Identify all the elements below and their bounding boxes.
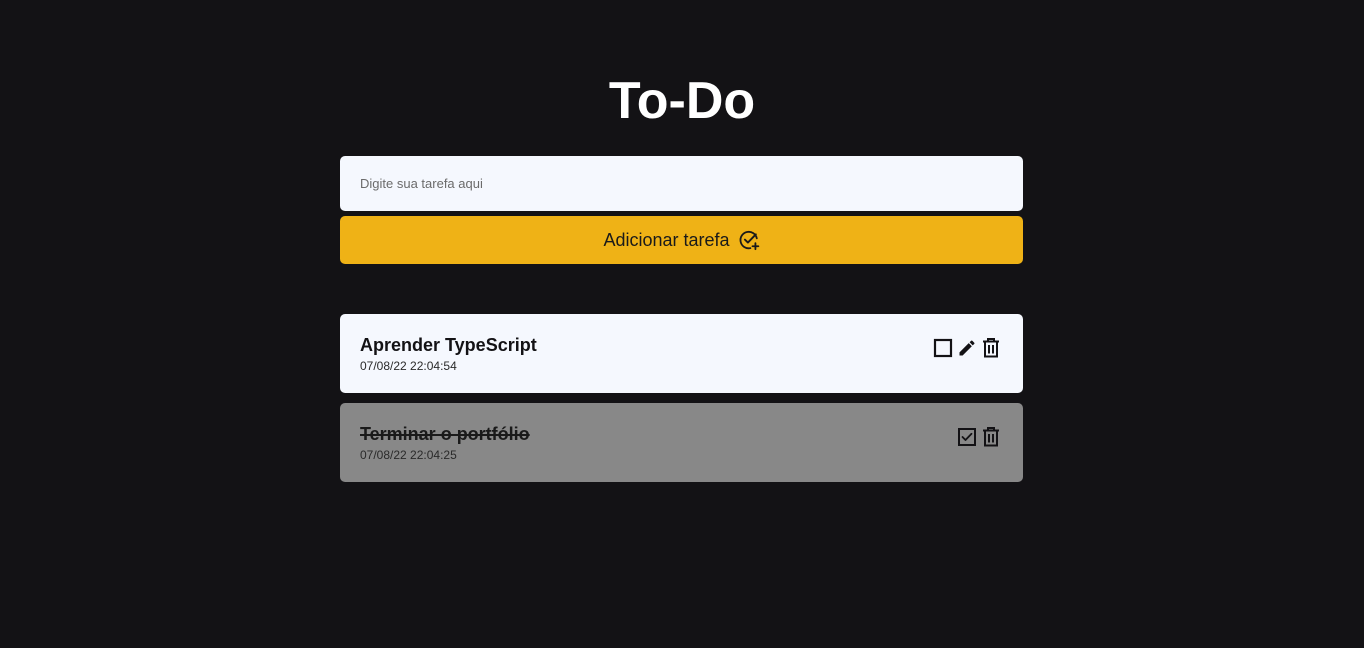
task-title: Aprender TypeScript [360,335,537,355]
trash-icon[interactable] [981,426,1001,448]
checkbox-unchecked-icon[interactable] [933,337,953,359]
add-task-button[interactable]: Adicionar tarefa [340,216,1023,264]
task-actions [933,337,1001,359]
task-item: Aprender TypeScript 07/08/22 22:04:54 [340,314,1023,393]
checkbox-checked-icon[interactable] [957,426,977,448]
task-item: Terminar o portfólio 07/08/22 22:04:25 [340,403,1023,482]
task-title: Terminar o portfólio [360,424,530,444]
task-date: 07/08/22 22:04:54 [360,359,457,373]
page-title: To-Do [608,72,756,130]
pencil-icon[interactable] [957,337,977,359]
task-actions [957,426,1001,448]
add-task-button-label: Adicionar tarefa [603,230,730,250]
trash-icon[interactable] [981,337,1001,359]
task-date: 07/08/22 22:04:25 [360,448,457,462]
check-circle-plus-icon [738,229,760,251]
todo-page: To-Do Adicionar tarefa Aprender TypeScri… [0,0,1364,648]
new-task-input[interactable] [340,156,1023,211]
